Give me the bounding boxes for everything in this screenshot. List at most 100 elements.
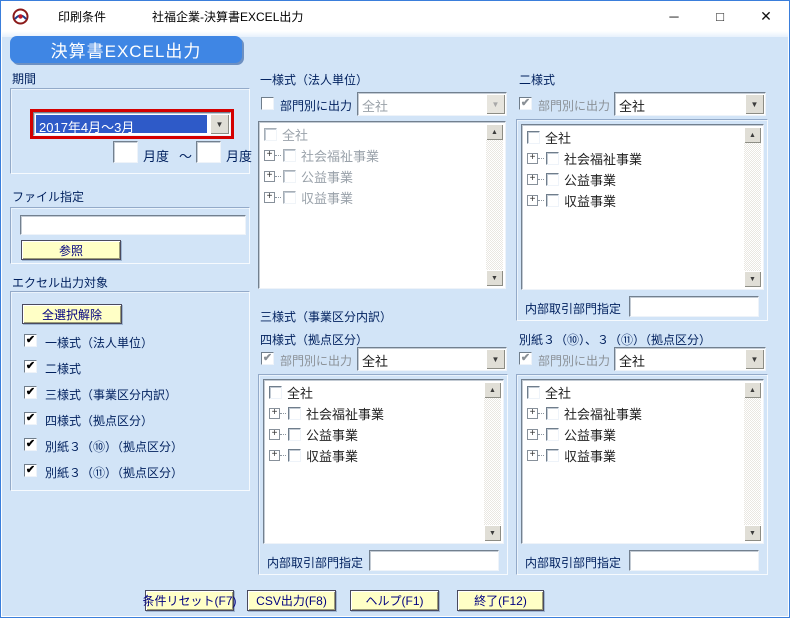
csv-export-button[interactable]: CSV出力(F8) xyxy=(247,590,336,611)
scroll-down-icon[interactable]: ▼ xyxy=(486,270,503,286)
panel2-company-dropdown[interactable]: 全社 ▼ xyxy=(614,92,766,116)
tree-checkbox[interactable] xyxy=(527,386,540,399)
tree-checkbox[interactable] xyxy=(546,449,559,462)
panel2-internal-dept-input[interactable] xyxy=(629,296,759,317)
scrollbar-track[interactable] xyxy=(744,143,761,271)
chevron-down-icon[interactable]: ▼ xyxy=(486,94,505,114)
chevron-down-icon[interactable]: ▼ xyxy=(745,349,764,369)
scrollbar[interactable]: ▲ ▼ xyxy=(484,382,501,541)
scroll-down-icon[interactable]: ▼ xyxy=(484,525,501,541)
checkbox-appendix11[interactable]: ✔ xyxy=(24,464,37,477)
chevron-down-icon[interactable]: ▼ xyxy=(210,114,229,134)
checkbox-style2-label[interactable]: 二様式 xyxy=(45,360,81,377)
close-icon[interactable]: ✕ xyxy=(743,2,789,31)
help-button[interactable]: ヘルプ(F1) xyxy=(350,590,439,611)
tree-checkbox[interactable] xyxy=(283,149,296,162)
month-to-input[interactable] xyxy=(196,141,221,163)
tree-checkbox[interactable] xyxy=(288,449,301,462)
tree-checkbox[interactable] xyxy=(546,407,559,420)
panel1-dept-checkbox[interactable] xyxy=(261,97,274,110)
expand-icon[interactable]: + xyxy=(269,450,280,461)
tree-item[interactable]: + 収益事業 xyxy=(524,445,744,466)
maximize-icon[interactable]: □ xyxy=(697,2,743,31)
tree-checkbox[interactable] xyxy=(546,173,559,186)
clear-all-button[interactable]: 全選択解除 xyxy=(22,304,122,324)
scrollbar[interactable]: ▲ ▼ xyxy=(486,124,503,286)
tree-item[interactable]: + 社会福祉事業 xyxy=(524,148,744,169)
chevron-down-icon[interactable]: ▼ xyxy=(745,94,764,114)
panel3-internal-dept-input[interactable] xyxy=(369,550,499,571)
tree-item[interactable]: 全社 xyxy=(524,382,744,403)
expand-icon[interactable]: + xyxy=(527,174,538,185)
scroll-up-icon[interactable]: ▲ xyxy=(744,127,761,143)
tree-item[interactable]: + 収益事業 xyxy=(261,187,486,208)
tree-checkbox[interactable] xyxy=(283,191,296,204)
tree-checkbox[interactable] xyxy=(546,152,559,165)
checkbox-style4-label[interactable]: 四様式（拠点区分） xyxy=(45,412,153,429)
tree-item[interactable]: + 社会福祉事業 xyxy=(266,403,484,424)
panel4-internal-dept-input[interactable] xyxy=(629,550,759,571)
file-path-input[interactable] xyxy=(20,215,246,235)
checkbox-appendix11-label[interactable]: 別紙３（⑪）（拠点区分） xyxy=(45,464,183,481)
checkbox-appendix10-label[interactable]: 別紙３（⑩）（拠点区分） xyxy=(45,438,183,455)
expand-icon[interactable]: + xyxy=(264,150,275,161)
expand-icon[interactable]: + xyxy=(264,192,275,203)
tree-checkbox[interactable] xyxy=(288,407,301,420)
scrollbar-track[interactable] xyxy=(484,398,501,525)
tree-checkbox[interactable] xyxy=(546,194,559,207)
expand-icon[interactable]: + xyxy=(527,408,538,419)
expand-icon[interactable]: + xyxy=(527,195,538,206)
checkbox-style3-label[interactable]: 三様式（事業区分内訳） xyxy=(45,386,177,403)
checkbox-style4[interactable]: ✔ xyxy=(24,412,37,425)
checkbox-style2[interactable]: ✔ xyxy=(24,360,37,373)
month-from-input[interactable] xyxy=(113,141,138,163)
scroll-down-icon[interactable]: ▼ xyxy=(744,525,761,541)
tree-checkbox[interactable] xyxy=(283,170,296,183)
checkbox-style1-label[interactable]: 一様式（法人単位） xyxy=(45,334,153,351)
scrollbar[interactable]: ▲ ▼ xyxy=(744,382,761,541)
panel2-dept-checkbox[interactable]: ✔ xyxy=(519,97,532,110)
reset-conditions-button[interactable]: 条件リセット(F7) xyxy=(143,590,237,611)
expand-icon[interactable]: + xyxy=(527,429,538,440)
scrollbar[interactable]: ▲ ▼ xyxy=(744,127,761,287)
expand-icon[interactable]: + xyxy=(527,153,538,164)
expand-icon[interactable]: + xyxy=(269,429,280,440)
exit-button[interactable]: 終了(F12) xyxy=(457,590,544,611)
checkbox-appendix10[interactable]: ✔ xyxy=(24,438,37,451)
tree-item[interactable]: + 社会福祉事業 xyxy=(524,403,744,424)
expand-icon[interactable]: + xyxy=(264,171,275,182)
checkbox-style3[interactable]: ✔ xyxy=(24,386,37,399)
scroll-up-icon[interactable]: ▲ xyxy=(486,124,503,140)
panel3-company-dropdown[interactable]: 全社 ▼ xyxy=(357,347,507,371)
tree-item[interactable]: + 収益事業 xyxy=(524,190,744,211)
panel3-dept-checkbox[interactable]: ✔ xyxy=(261,352,274,365)
panel4-dept-checkbox[interactable]: ✔ xyxy=(519,352,532,365)
tree-item[interactable]: 全社 xyxy=(266,382,484,403)
tree-item[interactable]: + 収益事業 xyxy=(266,445,484,466)
panel4-company-dropdown[interactable]: 全社 ▼ xyxy=(614,347,766,371)
tree-checkbox[interactable] xyxy=(527,131,540,144)
tree-item[interactable]: 全社 xyxy=(261,124,486,145)
tree-item[interactable]: + 公益事業 xyxy=(524,169,744,190)
scroll-up-icon[interactable]: ▲ xyxy=(744,382,761,398)
scrollbar-track[interactable] xyxy=(744,398,761,525)
tree-item[interactable]: + 社会福祉事業 xyxy=(261,145,486,166)
scroll-up-icon[interactable]: ▲ xyxy=(484,382,501,398)
chevron-down-icon[interactable]: ▼ xyxy=(486,349,505,369)
tree-item[interactable]: 全社 xyxy=(524,127,744,148)
minimize-icon[interactable]: ─ xyxy=(651,2,697,31)
expand-icon[interactable]: + xyxy=(269,408,280,419)
browse-button[interactable]: 参照 xyxy=(21,240,121,260)
tree-checkbox[interactable] xyxy=(264,128,277,141)
checkbox-style1[interactable]: ✔ xyxy=(24,334,37,347)
panel1-company-dropdown[interactable]: 全社 ▼ xyxy=(357,92,507,116)
period-dropdown[interactable]: 2017年4月～3月 ▼ xyxy=(33,112,231,136)
expand-icon[interactable]: + xyxy=(527,450,538,461)
tree-checkbox[interactable] xyxy=(288,428,301,441)
tree-checkbox[interactable] xyxy=(546,428,559,441)
tree-item[interactable]: + 公益事業 xyxy=(266,424,484,445)
tree-item[interactable]: + 公益事業 xyxy=(261,166,486,187)
tree-item[interactable]: + 公益事業 xyxy=(524,424,744,445)
scrollbar-track[interactable] xyxy=(486,140,503,270)
scroll-down-icon[interactable]: ▼ xyxy=(744,271,761,287)
